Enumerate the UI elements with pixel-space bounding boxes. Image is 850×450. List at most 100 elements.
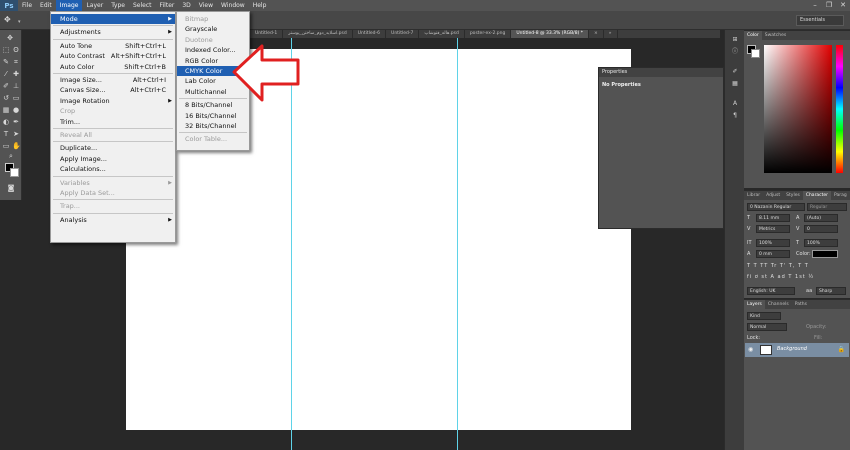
color-picker-field[interactable] — [764, 45, 832, 173]
font-size-field[interactable]: 8.11 mm — [756, 214, 790, 222]
image-menu-item-analysis[interactable]: Analysis ▶ — [51, 215, 175, 225]
blur-tool-icon[interactable]: ● — [12, 106, 20, 114]
layers-tab-paths[interactable]: Paths — [792, 300, 810, 309]
healing-brush-icon[interactable]: ✚ — [12, 70, 20, 78]
image-menu-item-adjustments[interactable]: Adjustments ▶ — [51, 27, 175, 37]
document-tab[interactable]: Untitled-1 — [250, 30, 284, 38]
pen-tool-icon[interactable]: ✒ — [12, 118, 20, 126]
image-menu-item-calculations[interactable]: Calculations... — [51, 164, 175, 174]
type-tool-icon[interactable]: T — [2, 130, 10, 138]
gradient-tool-icon[interactable]: ▦ — [2, 106, 10, 114]
character-tab-adjust[interactable]: Adjust — [763, 191, 783, 200]
layer-filter-select[interactable]: Kind — [747, 312, 781, 320]
move-tool-preset-icon[interactable]: ✥ — [4, 15, 16, 26]
menu-window[interactable]: Window — [217, 0, 249, 11]
document-tab[interactable]: Untitled-7 — [386, 30, 420, 38]
color-tab-color[interactable]: Color — [744, 31, 762, 40]
horizontal-scale-field[interactable]: 100% — [804, 239, 838, 247]
image-menu-item-duplicate[interactable]: Duplicate... — [51, 143, 175, 153]
menu-type[interactable]: Type — [107, 0, 129, 11]
image-menu-item-auto-contrast[interactable]: Auto Contrast Alt+Shift+Ctrl+L — [51, 51, 175, 61]
color-tab-swatches[interactable]: Swatches — [762, 31, 790, 40]
restore-button[interactable]: ❐ — [822, 0, 836, 11]
zoom-tool-icon[interactable]: ⌕ — [7, 152, 15, 160]
move-tool-icon[interactable]: ✥ — [6, 34, 14, 42]
color-background-swatch[interactable] — [751, 49, 760, 58]
swatches-panel-icon[interactable]: ▦ — [731, 80, 739, 88]
leading-field[interactable]: (Auto) — [804, 214, 838, 222]
language-select[interactable]: English: UK — [747, 287, 795, 295]
font-style-select[interactable]: Regular — [807, 203, 847, 211]
document-tab[interactable]: × — [589, 30, 604, 38]
menu-file[interactable]: File — [18, 0, 36, 11]
menu-select[interactable]: Select — [129, 0, 156, 11]
marquee-tool-icon[interactable]: ⬚ — [2, 46, 10, 54]
layers-tab-channels[interactable]: Channels — [765, 300, 792, 309]
menu-layer[interactable]: Layer — [82, 0, 107, 11]
document-tab[interactable]: Untitled-6 — [353, 30, 387, 38]
eraser-tool-icon[interactable]: ▭ — [12, 94, 20, 102]
visibility-eye-icon[interactable]: ◉ — [748, 346, 753, 353]
image-menu-item-image-size[interactable]: Image Size... Alt+Ctrl+I — [51, 75, 175, 85]
minimize-button[interactable]: – — [808, 0, 822, 11]
opentype-buttons[interactable]: fi ơ st A ad T 1st ½ — [747, 274, 814, 280]
path-select-icon[interactable]: ➤ — [12, 130, 20, 138]
workspace-switcher[interactable]: Essentials — [796, 15, 844, 26]
stamp-tool-icon[interactable]: ⊥ — [12, 82, 20, 90]
image-menu-item-auto-color[interactable]: Auto Color Shift+Ctrl+B — [51, 62, 175, 72]
menu-filter[interactable]: Filter — [156, 0, 179, 11]
quick-mask-icon[interactable]: ◙ — [7, 184, 15, 192]
mode-item-grayscale[interactable]: Grayscale — [177, 24, 249, 34]
hue-slider[interactable] — [836, 45, 843, 173]
mode-item-16-bits-channel[interactable]: 16 Bits/Channel — [177, 111, 249, 121]
image-menu-item-auto-tone[interactable]: Auto Tone Shift+Ctrl+L — [51, 41, 175, 51]
brush-panel-icon[interactable]: ✐ — [731, 68, 739, 76]
vertical-scale-field[interactable]: 100% — [756, 239, 790, 247]
brush-tool-icon[interactable]: ✐ — [2, 82, 10, 90]
menu-help[interactable]: Help — [249, 0, 271, 11]
shape-tool-icon[interactable]: ▭ — [2, 142, 10, 150]
vertical-guide[interactable] — [457, 38, 458, 450]
document-tab[interactable]: » — [604, 30, 618, 38]
antialias-select[interactable]: Sharp — [816, 287, 846, 295]
history-panel-icon[interactable]: ⊞ — [731, 36, 739, 44]
lasso-tool-icon[interactable]: ʘ — [12, 46, 20, 54]
document-tab[interactable]: poster-ex-2.png — [465, 30, 512, 38]
text-color-swatch[interactable] — [812, 250, 838, 258]
hand-tool-icon[interactable]: ✋ — [12, 142, 21, 150]
quick-select-icon[interactable]: ✎ — [2, 58, 10, 66]
menu-3d[interactable]: 3D — [178, 0, 194, 11]
chevron-down-icon[interactable]: ▾ — [18, 19, 21, 25]
blend-mode-select[interactable]: Normal — [747, 323, 787, 331]
image-menu-item-trim[interactable]: Trim... — [51, 117, 175, 127]
document-tab[interactable]: هاله_فتوشاپ.psd — [419, 30, 465, 38]
history-brush-icon[interactable]: ↺ — [2, 94, 10, 102]
image-menu-item-canvas-size[interactable]: Canvas Size... Alt+Ctrl+C — [51, 85, 175, 95]
paragraph-panel-icon[interactable]: ¶ — [731, 112, 739, 120]
text-style-buttons[interactable]: T T TT Tr T' T, T T — [747, 263, 809, 269]
tracking-field[interactable]: 0 — [804, 225, 838, 233]
kerning-field[interactable]: Metrics — [756, 225, 790, 233]
character-tab-character[interactable]: Character — [802, 191, 832, 200]
document-tab[interactable]: اسلاید_دوم_ساختن_پوستر.psd — [283, 30, 353, 38]
layer-row-background[interactable]: ◉ Background 🔒 — [745, 343, 849, 357]
info-panel-icon[interactable]: ⓘ — [731, 48, 739, 56]
menu-image[interactable]: Image — [55, 0, 83, 11]
layers-tab-layers[interactable]: Layers — [744, 300, 765, 309]
eyedropper-icon[interactable]: ⁄ — [2, 70, 10, 78]
mode-item-32-bits-channel[interactable]: 32 Bits/Channel — [177, 121, 249, 131]
menu-view[interactable]: View — [195, 0, 217, 11]
character-tab-parag[interactable]: Parag — [831, 191, 850, 200]
baseline-shift-field[interactable]: 0 mm — [756, 250, 790, 258]
character-panel-icon[interactable]: A — [731, 100, 739, 108]
crop-tool-icon[interactable]: ⌗ — [12, 58, 20, 66]
character-tab-styles[interactable]: Styles — [783, 191, 803, 200]
dodge-tool-icon[interactable]: ◐ — [2, 118, 10, 126]
image-menu-item-apply-image[interactable]: Apply Image... — [51, 154, 175, 164]
image-menu-item-mode[interactable]: Mode ▶ — [51, 14, 175, 24]
properties-tab[interactable]: Properties — [599, 68, 723, 77]
document-tab-active[interactable]: Untitled-8 @ 33.3% (RGB/8) * — [511, 30, 589, 38]
font-family-select[interactable]: 0 Nazanin Regular — [747, 203, 805, 211]
close-button[interactable]: ✕ — [836, 0, 850, 11]
menu-edit[interactable]: Edit — [36, 0, 56, 11]
